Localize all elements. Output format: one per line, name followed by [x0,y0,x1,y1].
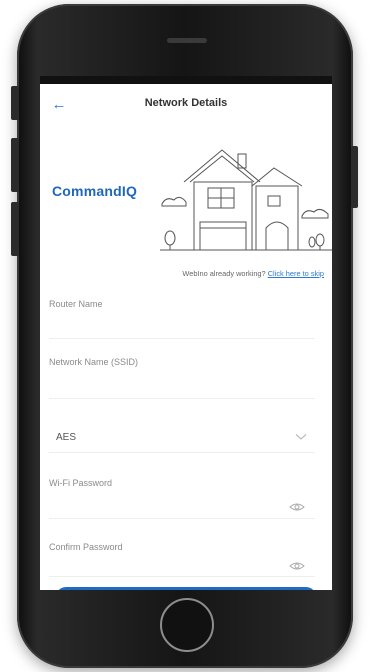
skip-prompt-text: WebIno already working? [182,269,266,278]
phone-screen: ← Network Details CommandIQ WebIno alrea… [40,76,332,590]
home-button[interactable] [160,598,214,652]
router-name-field[interactable] [49,338,315,339]
commandiq-logo: CommandIQ [52,183,138,199]
mute-switch [11,86,19,120]
house-illustration-icon [160,149,332,251]
earpiece [167,38,207,43]
confirm-password-label: Confirm Password [49,542,123,552]
power-button [351,146,358,208]
security-select[interactable]: AES [56,432,76,443]
skip-prompt: WebIno already working? Click here to sk… [40,269,324,278]
volume-down-button [11,202,19,256]
eye-icon[interactable] [289,502,305,512]
eye-icon[interactable] [289,561,305,571]
page-title: Network Details [144,97,228,109]
confirm-password-field[interactable] [49,576,315,577]
app-header: ← Network Details [40,84,332,124]
chevron-down-icon[interactable] [295,433,307,441]
status-bar [40,76,332,84]
skip-link[interactable]: Click here to skip [268,269,324,278]
continue-button[interactable] [56,587,316,590]
security-underline [49,452,315,453]
wifi-password-field[interactable] [49,518,315,519]
router-name-label: Router Name [49,299,103,309]
volume-up-button [11,138,19,192]
wifi-password-label: Wi-Fi Password [49,478,113,488]
network-name-label: Network Name (SSID) [49,357,139,367]
network-name-field[interactable] [49,398,315,399]
